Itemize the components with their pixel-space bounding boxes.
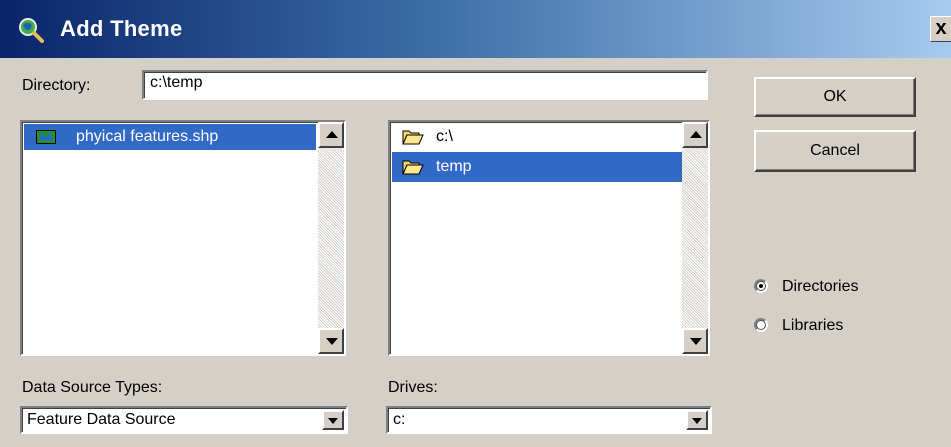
drives-value: c: <box>393 411 406 428</box>
drives-label: Drives: <box>388 379 438 396</box>
chevron-down-icon <box>328 418 338 424</box>
window-title: Add Theme <box>60 16 183 41</box>
magnifier-globe-icon <box>19 18 44 43</box>
scroll-down-button[interactable] <box>682 328 708 354</box>
title-bar[interactable]: Add Theme x <box>0 0 951 58</box>
list-item-c-root[interactable]: c:\ <box>392 124 682 150</box>
arrow-up-icon <box>690 131 702 138</box>
directory-value: c:\temp <box>150 74 203 91</box>
scroll-up-button[interactable] <box>682 122 708 148</box>
file-name: phyical features.shp <box>76 128 219 145</box>
list-item-phyical-features[interactable]: phyical features.shp <box>24 124 316 150</box>
data-source-value: Feature Data Source <box>27 411 176 428</box>
directory-label: Directory: <box>22 77 91 94</box>
arrow-down-icon <box>690 338 702 345</box>
radio-directories-label: Directories <box>782 278 859 295</box>
list-item-temp[interactable]: temp <box>392 152 682 182</box>
ok-button-label: OK <box>823 88 847 105</box>
file-list[interactable]: phyical features.shp <box>20 120 346 356</box>
data-source-label: Data Source Types: <box>22 379 163 396</box>
folder-list[interactable]: c:\ temp <box>388 120 710 356</box>
file-list-scrollbar[interactable] <box>318 122 344 354</box>
radio-libraries-label: Libraries <box>782 317 844 334</box>
drives-dropdown-button[interactable] <box>686 410 708 430</box>
folder-name: c:\ <box>436 128 453 145</box>
cancel-button[interactable]: Cancel <box>754 130 916 172</box>
arrow-up-icon <box>326 131 338 138</box>
radio-dot-icon <box>759 284 763 288</box>
radio-button-checked[interactable] <box>754 279 768 293</box>
drives-select[interactable]: c: <box>386 406 712 434</box>
folder-list-scrollbar[interactable] <box>682 122 708 354</box>
chevron-down-icon <box>692 418 702 424</box>
data-source-dropdown-button[interactable] <box>322 410 344 430</box>
directory-input[interactable]: c:\temp <box>142 70 708 100</box>
scroll-up-button[interactable] <box>318 122 344 148</box>
open-folder-icon <box>402 130 424 145</box>
close-button[interactable]: x <box>930 16 951 42</box>
close-icon: x <box>935 17 947 39</box>
data-source-select[interactable]: Feature Data Source <box>20 406 348 434</box>
folder-name: temp <box>436 158 472 175</box>
ok-button[interactable]: OK <box>754 77 916 117</box>
scroll-down-button[interactable] <box>318 328 344 354</box>
radio-button[interactable] <box>754 318 768 332</box>
shapefile-icon <box>36 130 56 144</box>
cancel-button-label: Cancel <box>810 142 860 159</box>
open-folder-icon <box>402 160 424 175</box>
arrow-down-icon <box>326 338 338 345</box>
